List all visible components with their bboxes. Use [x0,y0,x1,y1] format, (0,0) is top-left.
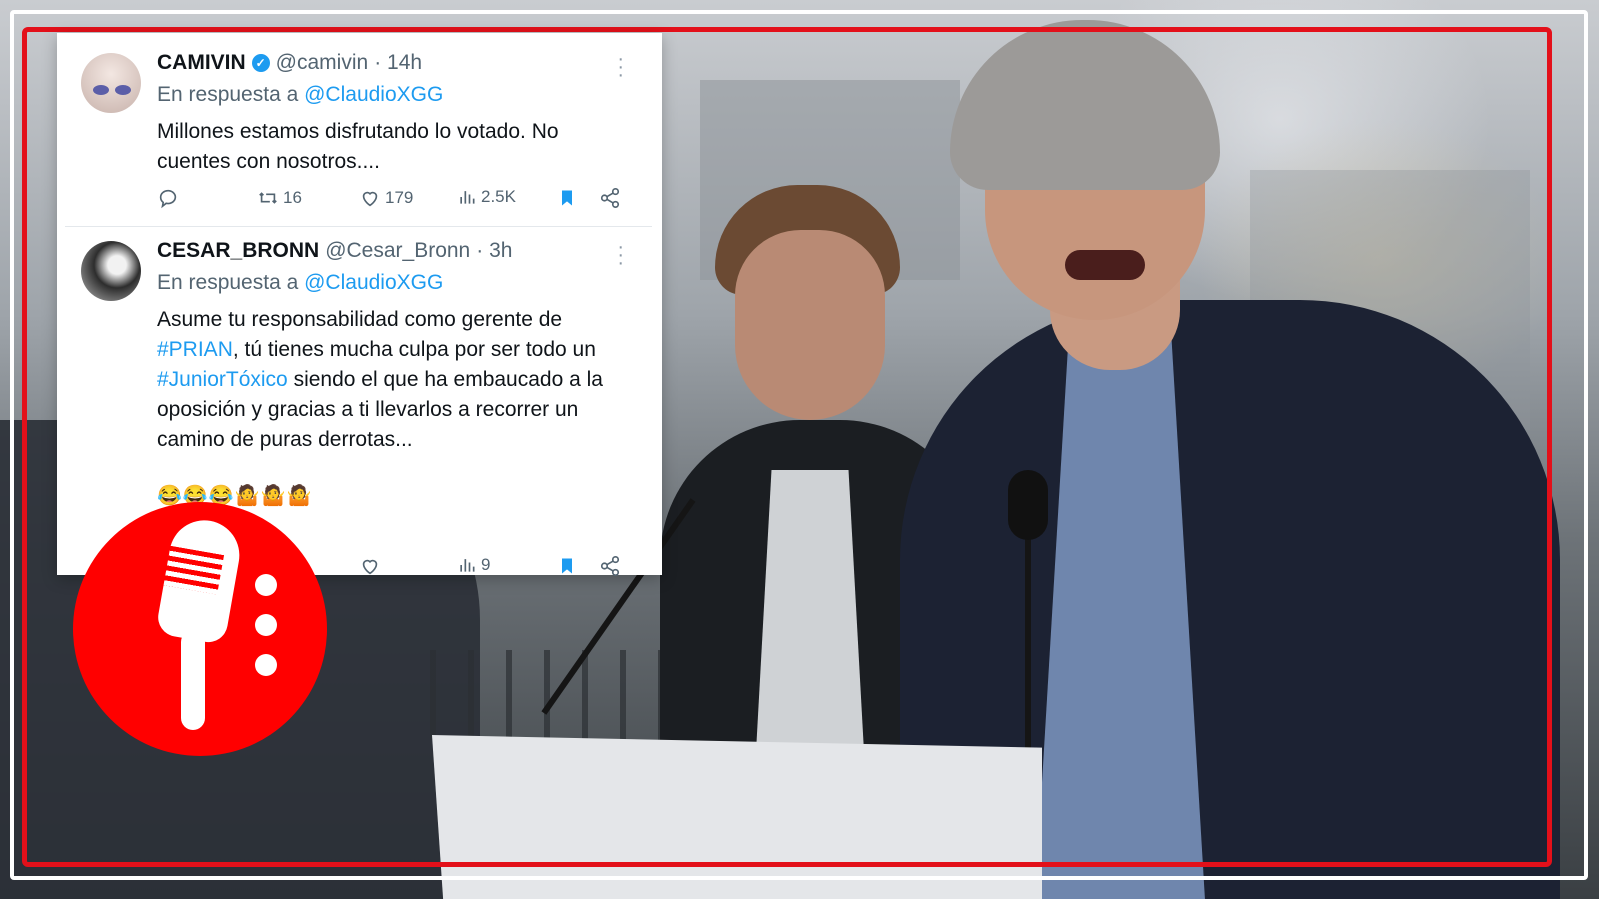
microphone-logo-icon [73,502,327,756]
tweet-card: CAMIVIN ✓ @camivin · 14h · · · En respuest… [57,33,662,577]
display-name[interactable]: CESAR_BRONN [157,239,319,263]
heart-icon [362,559,378,575]
views-button[interactable]: 2.5K [457,187,516,207]
view-count: 2.5K [481,187,516,206]
reply-icon [159,189,177,209]
share-button[interactable] [599,187,621,209]
user-handle[interactable]: @camivin [276,51,369,75]
text-part: Asume tu responsabilidad como gerente de [157,308,563,331]
more-icon[interactable]: · · · [617,49,624,85]
hashtag-prian[interactable]: #PRIAN [157,338,233,361]
verified-badge-icon: ✓ [251,54,270,72]
views-icon [460,559,475,572]
timestamp[interactable]: · 3h [476,239,512,263]
share-icon [600,188,620,208]
tweet-actions: 16 179 2.5K [157,187,632,217]
like-count: 179 [385,188,414,207]
view-count: 9 [481,555,491,574]
tweet-header: CESAR_BRONN @Cesar_Bronn · 3h [157,239,512,263]
bookmark-button[interactable] [557,555,577,577]
display-name[interactable]: CAMIVIN [157,51,246,75]
bookmark-icon [562,190,572,206]
like-button[interactable] [359,555,381,577]
heart-icon [362,191,378,207]
tweet-text: Millones estamos disfrutando lo votado. … [157,120,559,173]
reply-button[interactable] [157,187,179,209]
tweet-header: CAMIVIN ✓ @camivin · 14h [157,51,422,75]
avatar[interactable] [81,53,141,113]
bookmark-button[interactable] [557,187,577,209]
tweet-camivin[interactable]: CAMIVIN ✓ @camivin · 14h · · · En respuest… [57,33,662,227]
mention-link[interactable]: @ClaudioXGG [304,271,443,294]
like-button[interactable]: 179 [359,187,413,209]
user-handle[interactable]: @Cesar_Bronn [325,239,470,263]
retweet-icon [259,192,277,204]
bookmark-icon [562,558,572,574]
views-icon [460,191,475,204]
tweet-text: Asume tu responsabilidad como gerente de… [157,305,637,455]
mention-link[interactable]: @ClaudioXGG [304,83,443,106]
more-icon[interactable]: · · · [617,237,624,273]
reply-prefix: En respuesta a [157,83,299,106]
reply-prefix: En respuesta a [157,271,299,294]
text-part: , tú tienes mucha culpa por ser todo un [232,338,596,361]
share-button[interactable] [599,555,621,577]
reply-context: En respuesta a @ClaudioXGG [157,271,443,295]
avatar[interactable] [81,241,141,301]
hashtag-junior-toxico[interactable]: #JuniorTóxico [157,368,288,391]
views-button[interactable]: 9 [457,555,490,575]
retweet-button[interactable]: 16 [257,187,302,209]
share-icon [600,556,620,576]
reply-context: En respuesta a @ClaudioXGG [157,83,443,107]
timestamp[interactable]: · 14h [374,51,422,75]
retweet-count: 16 [283,188,302,207]
